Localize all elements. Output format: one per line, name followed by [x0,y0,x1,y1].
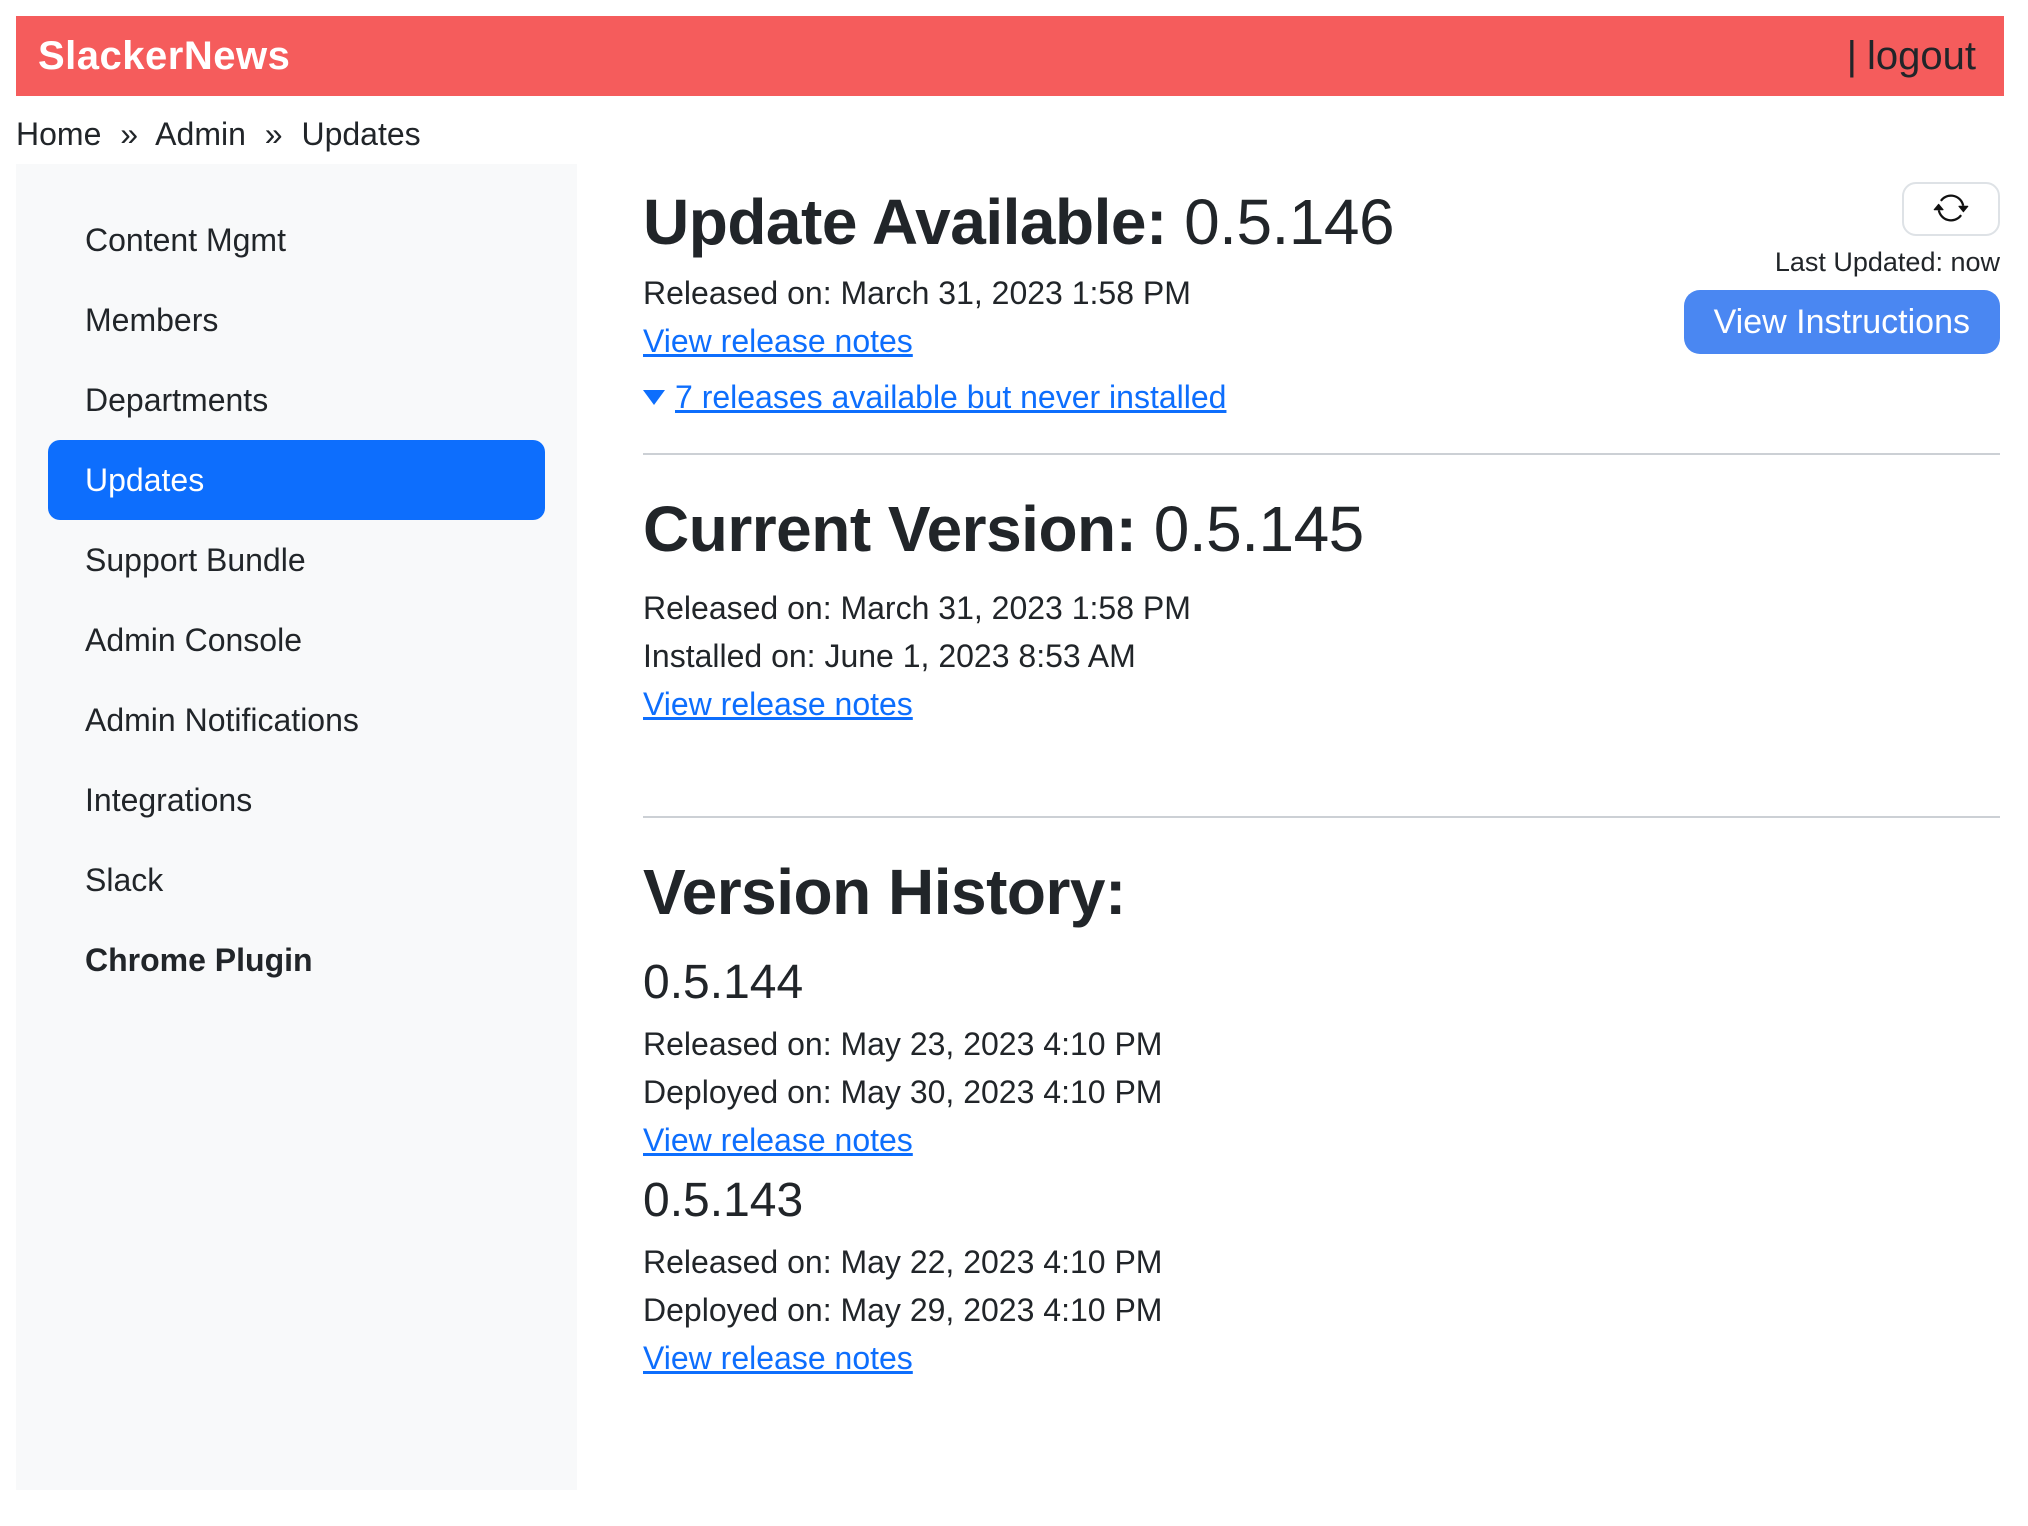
breadcrumb-separator: » [120,116,138,152]
update-check-widget: Last Updated: now View Instructions [1684,182,2000,354]
app-header: SlackerNews |logout [16,16,2004,96]
history-version-number: 0.5.143 [643,1172,2000,1230]
version-history-heading: Version History: [643,854,2000,931]
section-divider [643,453,2000,455]
version-history-entry: 0.5.143 Released on: May 22, 2023 4:10 P… [643,1172,2000,1382]
releases-expander-link[interactable]: 7 releases available but never installed [643,379,1226,415]
logout-area: |logout [1847,34,1976,79]
sidebar-item-departments[interactable]: Departments [48,360,545,440]
sidebar-item-integrations[interactable]: Integrations [48,760,545,840]
sidebar-item-slack[interactable]: Slack [48,840,545,920]
refresh-button[interactable] [1902,182,2000,236]
caret-down-icon [643,390,665,405]
page-body: Content Mgmt Members Departments Updates… [16,164,2000,1490]
current-version-number: 0.5.145 [1154,493,1364,565]
sidebar-item-updates[interactable]: Updates [48,440,545,520]
refresh-icon [1933,190,1969,229]
update-available-label: Update Available: [643,186,1167,258]
history-deployed-text: Deployed on: May 29, 2023 4:10 PM [643,1286,2000,1334]
breadcrumb-home[interactable]: Home [16,116,101,152]
history-released-text: Released on: May 23, 2023 4:10 PM [643,1020,2000,1068]
breadcrumb-separator: » [265,116,283,152]
update-release-notes-link[interactable]: View release notes [643,323,913,359]
current-released-text: Released on: March 31, 2023 1:58 PM [643,584,2000,632]
app-title: SlackerNews [38,34,290,79]
sidebar-item-support-bundle[interactable]: Support Bundle [48,520,545,600]
breadcrumb: Home » Admin » Updates [16,110,2012,158]
history-release-notes-link[interactable]: View release notes [643,1340,913,1376]
history-released-text: Released on: May 22, 2023 4:10 PM [643,1238,2000,1286]
current-release-notes-link[interactable]: View release notes [643,686,913,722]
breadcrumb-admin[interactable]: Admin [155,116,246,152]
releases-expander-label: 7 releases available but never installed [675,379,1226,415]
sidebar-item-members[interactable]: Members [48,280,545,360]
last-updated-text: Last Updated: now [1775,245,2000,279]
update-available-version: 0.5.146 [1184,186,1394,258]
sidebar-item-content-mgmt[interactable]: Content Mgmt [48,200,545,280]
logout-separator: | [1847,34,1857,78]
sidebar-item-admin-console[interactable]: Admin Console [48,600,545,680]
current-installed-text: Installed on: June 1, 2023 8:53 AM [643,632,2000,680]
current-version-heading: Current Version: 0.5.145 [643,491,2000,568]
main-content: Last Updated: now View Instructions Upda… [577,164,2000,1490]
history-release-notes-link[interactable]: View release notes [643,1122,913,1158]
history-deployed-text: Deployed on: May 30, 2023 4:10 PM [643,1068,2000,1116]
section-divider [643,816,2000,818]
view-instructions-button[interactable]: View Instructions [1684,290,2000,354]
sidebar-item-chrome-plugin[interactable]: Chrome Plugin [48,920,545,1000]
admin-sidebar: Content Mgmt Members Departments Updates… [16,164,577,1490]
sidebar-nav: Content Mgmt Members Departments Updates… [48,200,545,1000]
history-version-number: 0.5.144 [643,954,2000,1012]
logout-link[interactable]: logout [1867,34,1976,78]
sidebar-item-admin-notifications[interactable]: Admin Notifications [48,680,545,760]
current-version-label: Current Version: [643,493,1136,565]
breadcrumb-current: Updates [301,116,420,152]
version-history-entry: 0.5.144 Released on: May 23, 2023 4:10 P… [643,954,2000,1164]
